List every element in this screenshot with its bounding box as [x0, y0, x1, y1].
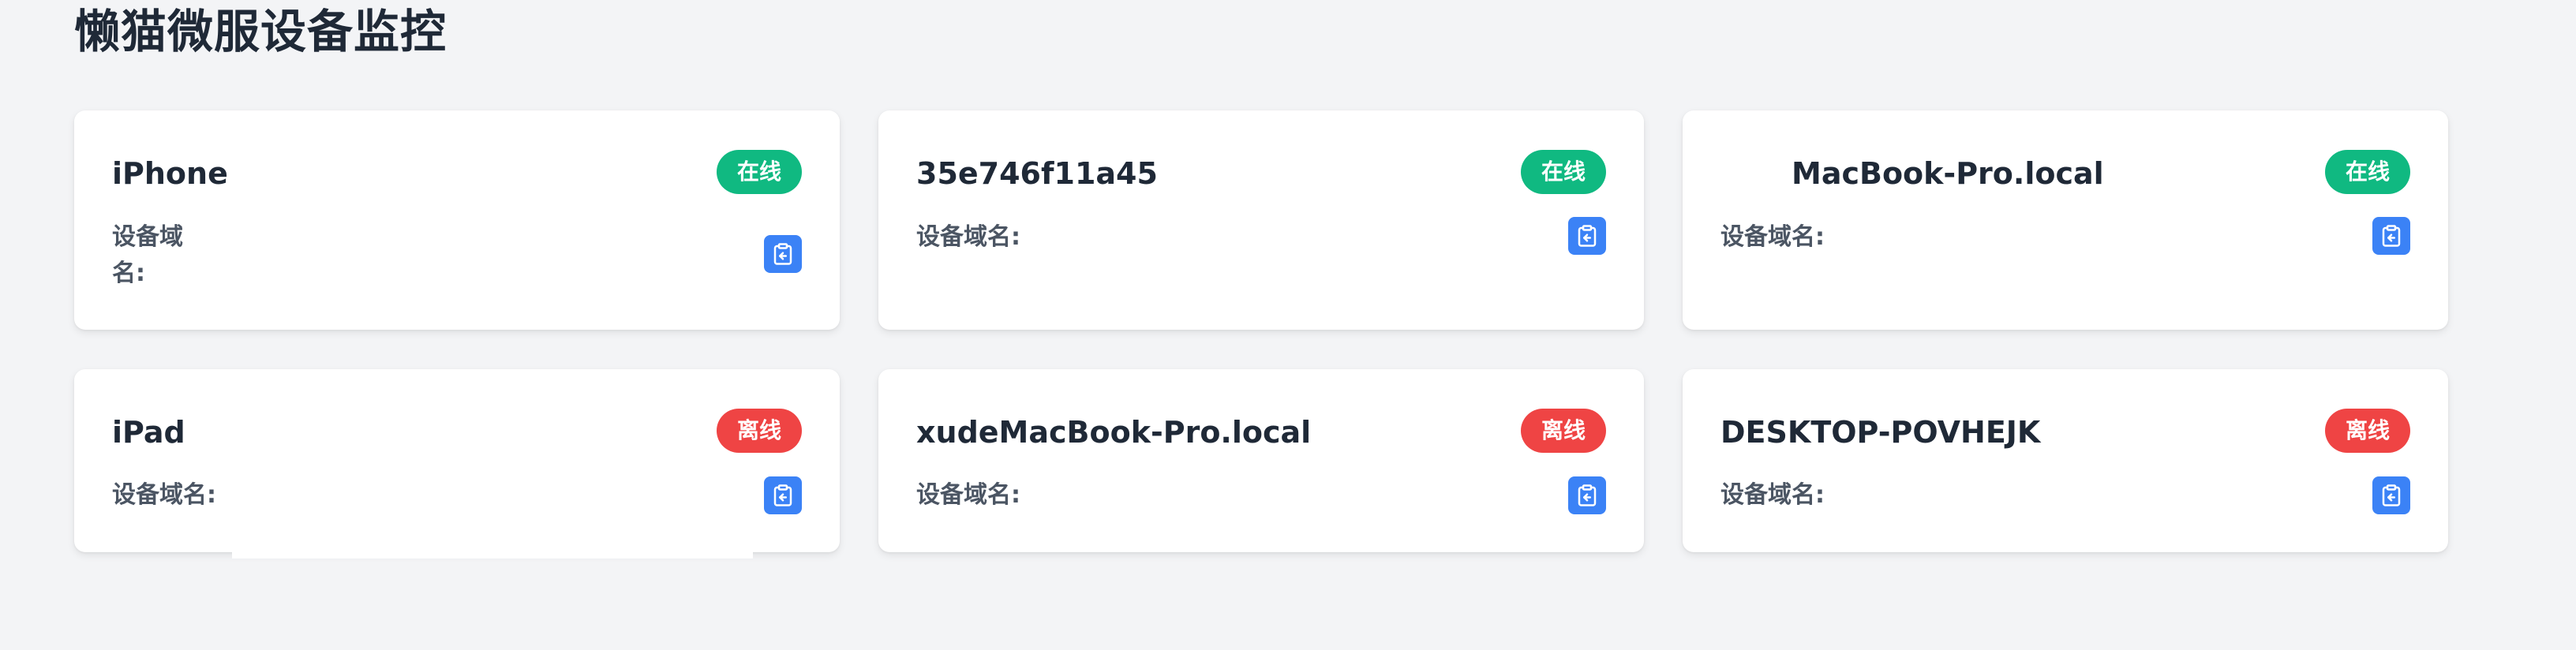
- domain-label: 设备域名:: [916, 223, 1020, 251]
- copy-domain-button[interactable]: [764, 476, 802, 514]
- device-name: DESKTOP-POVHEJK: [1720, 415, 2041, 450]
- clipboard-copy-icon: [773, 484, 792, 506]
- status-badge: 离线: [716, 409, 802, 453]
- device-card-ipad: iPad 离线 设备域名:: [74, 369, 840, 552]
- device-card-iphone: iPhone 在线 设备域名:: [74, 110, 840, 330]
- clipboard-copy-icon: [2382, 225, 2401, 247]
- domain-label: 设备域名:: [1720, 223, 1825, 251]
- device-card-desktop-povhejk: DESKTOP-POVHEJK 离线 设备域名:: [1683, 369, 2448, 552]
- clipboard-copy-icon: [2382, 484, 2401, 506]
- clipboard-copy-icon: [1578, 484, 1597, 506]
- device-card-macbook-pro-local: MacBook-Pro.local 在线 设备域名:: [1683, 110, 2448, 330]
- page-title: 懒猫微服设备监控: [74, 5, 447, 58]
- domain-label: 设备域名:: [916, 481, 1020, 509]
- domain-label: 设备域名:: [1720, 481, 1825, 509]
- device-card-xudemacbook-pro-local: xudeMacBook-Pro.local 离线 设备域名:: [878, 369, 1644, 552]
- status-badge: 离线: [2324, 409, 2410, 453]
- copy-domain-button[interactable]: [1568, 217, 1606, 255]
- copy-domain-button[interactable]: [764, 235, 802, 273]
- device-card-35e746f11a45: 35e746f11a45 在线 设备域名:: [878, 110, 1644, 330]
- domain-value-placeholder: [232, 552, 753, 558]
- device-name: iPhone: [112, 156, 228, 191]
- status-badge: 在线: [716, 150, 802, 194]
- clipboard-copy-icon: [773, 243, 792, 265]
- copy-domain-button[interactable]: [2372, 476, 2410, 514]
- status-badge: 离线: [1520, 409, 1606, 453]
- copy-domain-button[interactable]: [1568, 476, 1606, 514]
- device-name: MacBook-Pro.local: [1792, 156, 2104, 191]
- device-name: xudeMacBook-Pro.local: [916, 415, 1312, 450]
- status-badge: 在线: [2324, 150, 2410, 194]
- copy-domain-button[interactable]: [2372, 217, 2410, 255]
- domain-label: 设备域名:: [112, 481, 216, 509]
- clipboard-copy-icon: [1578, 225, 1597, 247]
- device-name: 35e746f11a45: [916, 156, 1158, 191]
- device-name: iPad: [112, 415, 185, 450]
- domain-label: 设备域名:: [112, 223, 183, 287]
- status-badge: 在线: [1520, 150, 1606, 194]
